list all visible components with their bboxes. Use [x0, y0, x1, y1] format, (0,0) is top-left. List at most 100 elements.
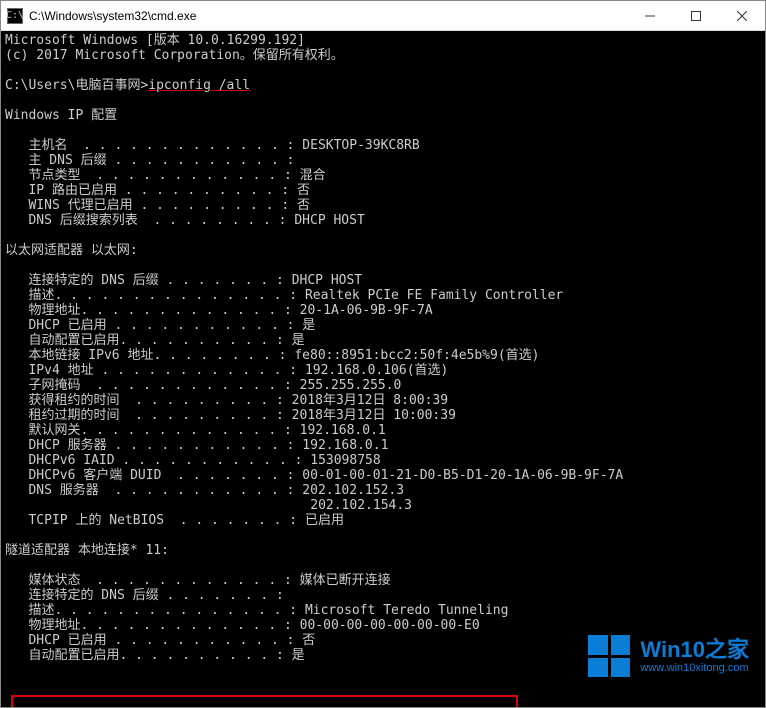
- ipconfig-label: 节点类型: [5, 168, 80, 183]
- ethernet-value: 192.168.0.106(首选): [305, 363, 448, 378]
- tunnel-label: 物理地址: [5, 618, 80, 633]
- ipconfig-row: IP 路由已启用 . . . . . . . . . . : 否: [5, 183, 761, 198]
- maximize-button[interactable]: [673, 1, 719, 31]
- ethernet-label: 获得租约的时间: [5, 393, 119, 408]
- ethernet-row: DHCP 已启用 . . . . . . . . . . . : 是: [5, 318, 761, 333]
- ethernet-label: 连接特定的 DNS 后缀: [5, 273, 159, 288]
- ethernet-row: 描述. . . . . . . . . . . . . . . : Realte…: [5, 288, 761, 303]
- ethernet-value: DHCP HOST: [292, 273, 362, 288]
- ethernet-value: 20-1A-06-9B-9F-7A: [300, 303, 433, 318]
- ethernet-label: 本地链接 IPv6 地址: [5, 348, 153, 363]
- tunnel-row: 连接特定的 DNS 后缀 . . . . . . . :: [5, 588, 761, 603]
- ipconfig-label: 主机名: [5, 138, 67, 153]
- ethernet-row: 本地链接 IPv6 地址. . . . . . . . : fe80::8951…: [5, 348, 761, 363]
- header-line2: (c) 2017 Microsoft Corporation。保留所有权利。: [5, 48, 761, 63]
- cmd-icon: C:\: [7, 8, 23, 24]
- ethernet-label: DHCP 服务器: [5, 438, 107, 453]
- tunnel-label: 描述: [5, 603, 54, 618]
- ethernet-row: 租约过期的时间 . . . . . . . . . : 2018年3月12日 1…: [5, 408, 761, 423]
- section-tunnel-title: 隧道适配器 本地连接* 11:: [5, 543, 761, 558]
- ethernet-value: 是: [302, 318, 315, 333]
- ethernet-value: 192.168.0.1: [302, 438, 388, 453]
- ipconfig-value: 否: [297, 183, 310, 198]
- window-title: C:\Windows\system32\cmd.exe: [29, 9, 627, 23]
- close-button[interactable]: [719, 1, 765, 31]
- ethernet-row: TCPIP 上的 NetBIOS . . . . . . . : 已启用: [5, 513, 761, 528]
- tunnel-value: 媒体已断开连接: [300, 573, 391, 588]
- tunnel-value: Microsoft Teredo Tunneling: [305, 603, 509, 618]
- ipconfig-value: 否: [297, 198, 310, 213]
- tunnel-row: DHCP 已启用 . . . . . . . . . . . : 否: [5, 633, 761, 648]
- ethernet-label: TCPIP 上的 NetBIOS: [5, 513, 164, 528]
- ethernet-label: DNS 服务器: [5, 483, 99, 498]
- header-line1: Microsoft Windows [版本 10.0.16299.192]: [5, 33, 761, 48]
- ethernet-row: DNS 服务器 . . . . . . . . . . . : 202.102.…: [5, 483, 761, 498]
- ethernet-value: 2018年3月12日 10:00:39: [292, 408, 456, 423]
- ethernet-row: DHCP 服务器 . . . . . . . . . . . : 192.168…: [5, 438, 761, 453]
- ethernet-value: 00-01-00-01-21-D0-B5-D1-20-1A-06-9B-9F-7…: [302, 468, 623, 483]
- ipconfig-row: 主机名 . . . . . . . . . . . . . : DESKTOP-…: [5, 138, 761, 153]
- ethernet-row: 202.102.154.3: [5, 498, 761, 513]
- ethernet-label: DHCPv6 客户端 DUID: [5, 468, 161, 483]
- ethernet-label: IPv4 地址: [5, 363, 94, 378]
- ethernet-row: 自动配置已启用. . . . . . . . . . : 是: [5, 333, 761, 348]
- ethernet-label: 描述: [5, 288, 54, 303]
- ethernet-label: 默认网关: [5, 423, 80, 438]
- ethernet-row: IPv4 地址 . . . . . . . . . . . . : 192.16…: [5, 363, 761, 378]
- minimize-button[interactable]: [627, 1, 673, 31]
- ipconfig-value: 混合: [300, 168, 326, 183]
- tunnel-value: 00-00-00-00-00-00-00-E0: [300, 618, 480, 633]
- titlebar[interactable]: C:\ C:\Windows\system32\cmd.exe: [1, 1, 765, 31]
- ipconfig-row: DNS 后缀搜索列表 . . . . . . . . : DHCP HOST: [5, 213, 761, 228]
- prompt-text: C:\Users\电脑百事网>: [5, 78, 148, 93]
- ipconfig-value: DHCP HOST: [294, 213, 364, 228]
- ethernet-label: 自动配置已启用: [5, 333, 119, 348]
- ethernet-row: DHCPv6 客户端 DUID . . . . . . . : 00-01-00…: [5, 468, 761, 483]
- ethernet-label: 物理地址: [5, 303, 80, 318]
- tunnel-row: 物理地址. . . . . . . . . . . . . : 00-00-00…: [5, 618, 761, 633]
- ethernet-value: 255.255.255.0: [300, 378, 402, 393]
- ipconfig-label: IP 路由已启用: [5, 183, 117, 198]
- tunnel-label: 媒体状态: [5, 573, 80, 588]
- ethernet-value: 153098758: [310, 453, 380, 468]
- ipconfig-row: WINS 代理已启用 . . . . . . . . . : 否: [5, 198, 761, 213]
- terminal-output[interactable]: Microsoft Windows [版本 10.0.16299.192](c)…: [1, 31, 765, 707]
- ipconfig-value: DESKTOP-39KC8RB: [302, 138, 419, 153]
- tunnel-label: 自动配置已启用: [5, 648, 119, 663]
- ethernet-row: 默认网关. . . . . . . . . . . . . : 192.168.…: [5, 423, 761, 438]
- command-text: ipconfig /all: [148, 78, 250, 93]
- ethernet-label: 子网掩码: [5, 378, 80, 393]
- ipconfig-label: DNS 后缀搜索列表: [5, 213, 138, 228]
- ethernet-value: 是: [292, 333, 305, 348]
- ethernet-label: DHCPv6 IAID: [5, 453, 115, 468]
- tunnel-row: 媒体状态 . . . . . . . . . . . . : 媒体已断开连接: [5, 573, 761, 588]
- ethernet-row: 获得租约的时间 . . . . . . . . . : 2018年3月12日 8…: [5, 393, 761, 408]
- tunnel-label: 连接特定的 DNS 后缀: [5, 588, 159, 603]
- ethernet-row: 连接特定的 DNS 后缀 . . . . . . . : DHCP HOST: [5, 273, 761, 288]
- ethernet-value: 2018年3月12日 8:00:39: [292, 393, 448, 408]
- ethernet-value: fe80::8951:bcc2:50f:4e5b%9(首选): [294, 348, 539, 363]
- ethernet-value: 202.102.154.3: [310, 498, 412, 513]
- ipconfig-label: 主 DNS 后缀: [5, 153, 107, 168]
- section-ipconfig-title: Windows IP 配置: [5, 108, 761, 123]
- ipconfig-label: WINS 代理已启用: [5, 198, 133, 213]
- ethernet-value: Realtek PCIe FE Family Controller: [305, 288, 563, 303]
- tunnel-value: 否: [302, 633, 315, 648]
- ethernet-row: DHCPv6 IAID . . . . . . . . . . . : 1530…: [5, 453, 761, 468]
- tunnel-label: DHCP 已启用: [5, 633, 107, 648]
- tunnel-value: 是: [292, 648, 305, 663]
- ethernet-value: 202.102.152.3: [302, 483, 404, 498]
- ipconfig-row: 节点类型 . . . . . . . . . . . . : 混合: [5, 168, 761, 183]
- ethernet-row: 物理地址. . . . . . . . . . . . . : 20-1A-06…: [5, 303, 761, 318]
- ethernet-value: 192.168.0.1: [300, 423, 386, 438]
- tunnel-row: 描述. . . . . . . . . . . . . . . : Micros…: [5, 603, 761, 618]
- cmd-window: C:\ C:\Windows\system32\cmd.exe Microsof…: [0, 0, 766, 708]
- highlight-box: [11, 695, 518, 707]
- tunnel-row: 自动配置已启用. . . . . . . . . . : 是: [5, 648, 761, 663]
- prompt-line: C:\Users\电脑百事网>ipconfig /all: [5, 78, 761, 93]
- ethernet-value: 已启用: [305, 513, 344, 528]
- ipconfig-row: 主 DNS 后缀 . . . . . . . . . . . :: [5, 153, 761, 168]
- ethernet-label: DHCP 已启用: [5, 318, 107, 333]
- section-ethernet-title: 以太网适配器 以太网:: [5, 243, 761, 258]
- ethernet-label: 租约过期的时间: [5, 408, 119, 423]
